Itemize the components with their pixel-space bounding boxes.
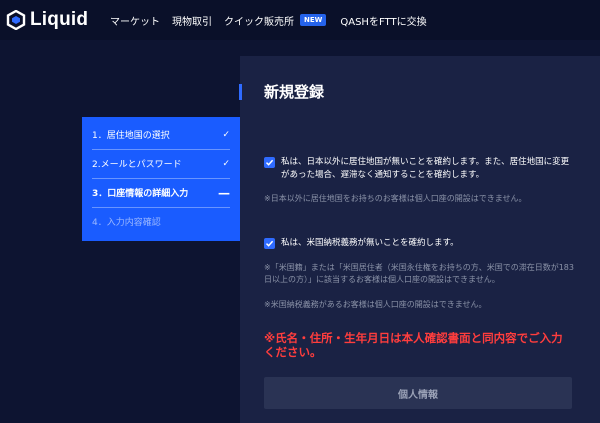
check-icon: ✓	[222, 129, 230, 140]
step-1-residence[interactable]: 1．居住地国の選択 ✓	[92, 120, 230, 150]
nav-spot-trading[interactable]: 現物取引	[172, 13, 212, 28]
title-accent-bar	[239, 84, 242, 100]
nav-market[interactable]: マーケット	[110, 13, 160, 28]
checkmark-icon	[265, 240, 274, 247]
step-3-account-details[interactable]: 3．口座情報の詳細入力 —	[92, 178, 230, 208]
step-label: 3．口座情報の詳細入力	[92, 189, 189, 199]
identity-warning: ※氏名・住所・生年月日は本人確認書面と同内容でご入力ください。	[264, 331, 563, 359]
nav-quick-exchange[interactable]: クイック販売所	[224, 13, 294, 28]
us-person-note: ※「米国籍」または「米国居住者（米国永住権をお持ちの方、米国での滞在日数が183…	[264, 263, 574, 284]
liquid-logo[interactable]: Liquid	[6, 9, 88, 31]
dash-icon: —	[218, 185, 230, 200]
residence-checkbox-label: 私は、日本以外に居住地国が無いことを確約します。また、居住地国に変更があった場合…	[281, 157, 570, 180]
personal-info-button[interactable]: 個人情報	[264, 377, 572, 409]
residence-confirmation-row[interactable]: 私は、日本以外に居住地国が無いことを確約します。また、居住地国に変更があった場合…	[264, 156, 571, 182]
main-nav: マーケット 現物取引 クイック販売所 NEW QASHをFTTに交換	[110, 0, 439, 40]
logo-text: Liquid	[30, 9, 89, 30]
residence-checkbox[interactable]	[264, 157, 275, 168]
us-tax-checkbox-label: 私は、米国納税義務が無いことを確約します。	[281, 238, 459, 248]
step-2-email-password[interactable]: 2.メールとパスワード ✓	[92, 149, 230, 179]
step-label: 1．居住地国の選択	[92, 131, 170, 141]
us-tax-checkbox[interactable]	[264, 238, 275, 249]
checkmark-icon	[265, 159, 274, 166]
top-navigation-bar: Liquid マーケット 現物取引 クイック販売所 NEW QASHをFTTに交…	[0, 0, 600, 40]
us-tax-confirmation-row[interactable]: 私は、米国納税義務が無いことを確約します。	[264, 237, 571, 250]
liquid-logo-icon	[6, 10, 26, 30]
residence-note: ※日本以外に居住地国をお持ちのお客様は個人口座の開設はできません。	[264, 194, 527, 203]
step-4-confirm: 4．入力内容確認	[92, 207, 230, 236]
nav-qash-ftt-swap[interactable]: QASHをFTTに交換	[340, 13, 426, 28]
us-tax-note: ※米国納税義務があるお客様は個人口座の開設はできません。	[264, 300, 487, 309]
step-label: 2.メールとパスワード	[92, 160, 182, 170]
new-badge: NEW	[300, 14, 327, 26]
registration-steps: 1．居住地国の選択 ✓ 2.メールとパスワード ✓ 3．口座情報の詳細入力 — …	[82, 117, 240, 241]
page-title: 新規登録	[264, 83, 325, 101]
step-label: 4．入力内容確認	[92, 218, 161, 228]
check-icon: ✓	[222, 158, 230, 169]
